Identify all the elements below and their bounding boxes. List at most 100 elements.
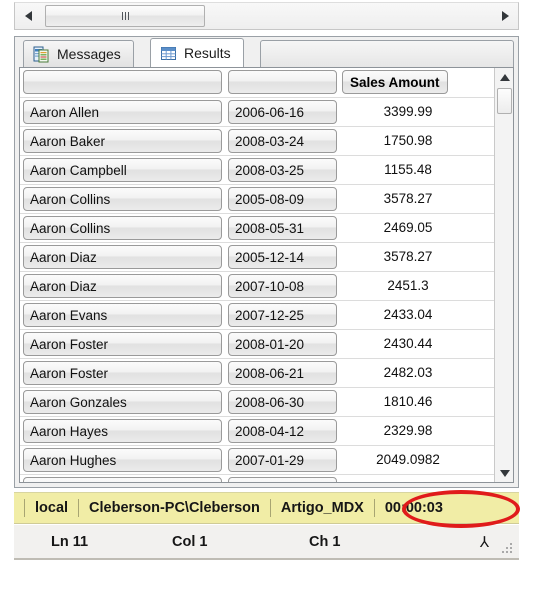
cell-sales-amount[interactable]: 2049.0982 bbox=[340, 445, 494, 475]
cell-name-value: Aaron Collins bbox=[23, 186, 222, 211]
cell-name[interactable]: Aaron Baker bbox=[20, 126, 225, 156]
cell-sales-amount[interactable]: 2430.44 bbox=[340, 329, 494, 359]
messages-document-icon bbox=[33, 46, 50, 63]
scroll-up-button[interactable] bbox=[495, 68, 514, 86]
vertical-scrollbar-thumb[interactable] bbox=[497, 88, 512, 114]
cell-sales-amount-value: 2469.05 bbox=[383, 220, 433, 235]
status-column-number: Col 1 bbox=[172, 533, 208, 550]
triangle-right-icon bbox=[501, 11, 509, 21]
cell-date[interactable]: 2007-01-29 bbox=[225, 445, 340, 475]
cell-sales-amount-value: 1155.48 bbox=[384, 162, 432, 177]
cell-name[interactable]: Aaron Campbell bbox=[20, 155, 225, 185]
cell-sales-amount-value: 2430.44 bbox=[383, 336, 433, 351]
cell-date[interactable]: 2005-12-14 bbox=[225, 242, 340, 272]
table-row[interactable]: Aaron Hayes 2008-04-12 2329.98 bbox=[20, 416, 494, 446]
cell-name[interactable] bbox=[20, 474, 225, 482]
table-row[interactable]: Aaron Baker 2008-03-24 1750.98 bbox=[20, 126, 494, 156]
table-row[interactable]: Aaron Hughes 2007-01-29 2049.0982 bbox=[20, 445, 494, 475]
horizontal-scrollbar[interactable] bbox=[14, 2, 519, 30]
scroll-down-button[interactable] bbox=[495, 464, 514, 482]
cell-sales-amount-value: 2482.03 bbox=[383, 365, 433, 380]
cell-date[interactable]: 2007-12-25 bbox=[225, 300, 340, 330]
table-row[interactable]: Aaron Campbell 2008-03-25 1155.48 bbox=[20, 155, 494, 185]
cell-date[interactable]: 2007-10-08 bbox=[225, 271, 340, 301]
cell-name-value: Aaron Hughes bbox=[23, 447, 222, 472]
tab-results[interactable]: Results bbox=[150, 38, 244, 67]
cell-sales-amount[interactable]: 2469.05 bbox=[340, 213, 494, 243]
table-row[interactable] bbox=[20, 474, 494, 482]
cell-sales-amount[interactable]: 2329.98 bbox=[340, 416, 494, 446]
cell-date[interactable]: 2005-08-09 bbox=[225, 184, 340, 214]
cell-name[interactable]: Aaron Evans bbox=[20, 300, 225, 330]
cell-name[interactable]: Aaron Gonzales bbox=[20, 387, 225, 417]
tab-results-label: Results bbox=[184, 45, 231, 61]
resize-grip-icon[interactable] bbox=[500, 541, 512, 553]
horizontal-scrollbar-thumb[interactable] bbox=[45, 5, 205, 27]
cell-name[interactable]: Aaron Diaz bbox=[20, 242, 225, 272]
table-row[interactable]: Aaron Diaz 2005-12-14 3578.27 bbox=[20, 242, 494, 272]
column-header-sales-amount[interactable]: Sales Amount bbox=[340, 68, 494, 98]
status-database: Artigo_MDX bbox=[280, 500, 364, 516]
ssms-results-pane-screenshot: Messages Results Sales Amount Aaron Alle… bbox=[0, 0, 533, 591]
status-separator bbox=[373, 499, 375, 517]
scroll-left-button[interactable] bbox=[17, 4, 39, 28]
cell-date[interactable]: 2008-01-20 bbox=[225, 329, 340, 359]
cell-sales-amount[interactable]: 3399.99 bbox=[340, 97, 494, 127]
column-header-name[interactable] bbox=[20, 68, 225, 98]
triangle-down-icon bbox=[499, 469, 510, 477]
cell-name[interactable]: Aaron Hughes bbox=[20, 445, 225, 475]
cell-sales-amount[interactable]: 2482.03 bbox=[340, 358, 494, 388]
status-user: Cleberson-PC\Cleberson bbox=[89, 500, 260, 516]
cell-sales-amount[interactable] bbox=[340, 474, 494, 482]
table-row[interactable]: Aaron Diaz 2007-10-08 2451.3 bbox=[20, 271, 494, 301]
table-row[interactable]: Aaron Foster 2008-06-21 2482.03 bbox=[20, 358, 494, 388]
cell-date[interactable]: 2008-03-24 bbox=[225, 126, 340, 156]
table-row[interactable]: Aaron Allen 2006-06-16 3399.99 bbox=[20, 97, 494, 127]
results-pane: Messages Results Sales Amount Aaron Alle… bbox=[14, 36, 519, 488]
cell-sales-amount[interactable]: 3578.27 bbox=[340, 184, 494, 214]
cell-date[interactable]: 2008-06-30 bbox=[225, 387, 340, 417]
cell-sales-amount-value: 1810.46 bbox=[383, 394, 433, 409]
cell-date[interactable]: 2008-06-21 bbox=[225, 358, 340, 388]
cell-date[interactable]: 2008-03-25 bbox=[225, 155, 340, 185]
cell-date[interactable]: 2006-06-16 bbox=[225, 97, 340, 127]
cell-name[interactable]: Aaron Foster bbox=[20, 329, 225, 359]
cell-sales-amount-value: 3399.99 bbox=[383, 104, 433, 119]
table-row[interactable]: Aaron Evans 2007-12-25 2433.04 bbox=[20, 300, 494, 330]
connection-status-bar: local Cleberson-PC\Cleberson Artigo_MDX … bbox=[14, 492, 519, 524]
table-row[interactable]: Aaron Gonzales 2008-06-30 1810.46 bbox=[20, 387, 494, 417]
cell-sales-amount-value: 2451.3 bbox=[387, 278, 429, 293]
cell-name[interactable]: Aaron Collins bbox=[20, 184, 225, 214]
cell-name-value: Aaron Diaz bbox=[23, 244, 222, 269]
cell-name[interactable]: Aaron Diaz bbox=[20, 271, 225, 301]
cell-name[interactable]: Aaron Collins bbox=[20, 213, 225, 243]
vertical-scrollbar[interactable] bbox=[494, 68, 513, 482]
results-grid[interactable]: Sales Amount Aaron Allen 2006-06-16 3399.9… bbox=[19, 67, 514, 483]
cell-sales-amount[interactable]: 1750.98 bbox=[340, 126, 494, 156]
cell-date-value: 2005-08-09 bbox=[228, 186, 337, 211]
cell-date[interactable]: 2008-05-31 bbox=[225, 213, 340, 243]
table-row[interactable]: Aaron Foster 2008-01-20 2430.44 bbox=[20, 329, 494, 359]
cell-date-value: 2008-04-12 bbox=[228, 418, 337, 443]
scroll-right-button[interactable] bbox=[494, 4, 516, 28]
cell-sales-amount[interactable]: 1155.48 bbox=[340, 155, 494, 185]
results-grid-icon bbox=[160, 45, 177, 62]
tab-messages[interactable]: Messages bbox=[23, 40, 134, 67]
cell-date[interactable] bbox=[225, 474, 340, 482]
column-header-date-label bbox=[228, 70, 337, 95]
table-row[interactable]: Aaron Collins 2005-08-09 3578.27 bbox=[20, 184, 494, 214]
cell-sales-amount[interactable]: 1810.46 bbox=[340, 387, 494, 417]
column-header-date[interactable] bbox=[225, 68, 340, 98]
cell-sales-amount[interactable]: 2433.04 bbox=[340, 300, 494, 330]
cell-name[interactable]: Aaron Hayes bbox=[20, 416, 225, 446]
column-header-sales-amount-label: Sales Amount bbox=[342, 70, 448, 95]
cell-sales-amount[interactable]: 2451.3 bbox=[340, 271, 494, 301]
results-table: Sales Amount Aaron Allen 2006-06-16 3399.9… bbox=[20, 68, 494, 482]
table-row[interactable]: Aaron Collins 2008-05-31 2469.05 bbox=[20, 213, 494, 243]
cell-name[interactable]: Aaron Foster bbox=[20, 358, 225, 388]
status-server: local bbox=[35, 500, 69, 516]
cell-name[interactable]: Aaron Allen bbox=[20, 97, 225, 127]
cell-date[interactable]: 2008-04-12 bbox=[225, 416, 340, 446]
results-grid-viewport[interactable]: Sales Amount Aaron Allen 2006-06-16 3399.9… bbox=[20, 68, 494, 482]
cell-sales-amount[interactable]: 3578.27 bbox=[340, 242, 494, 272]
